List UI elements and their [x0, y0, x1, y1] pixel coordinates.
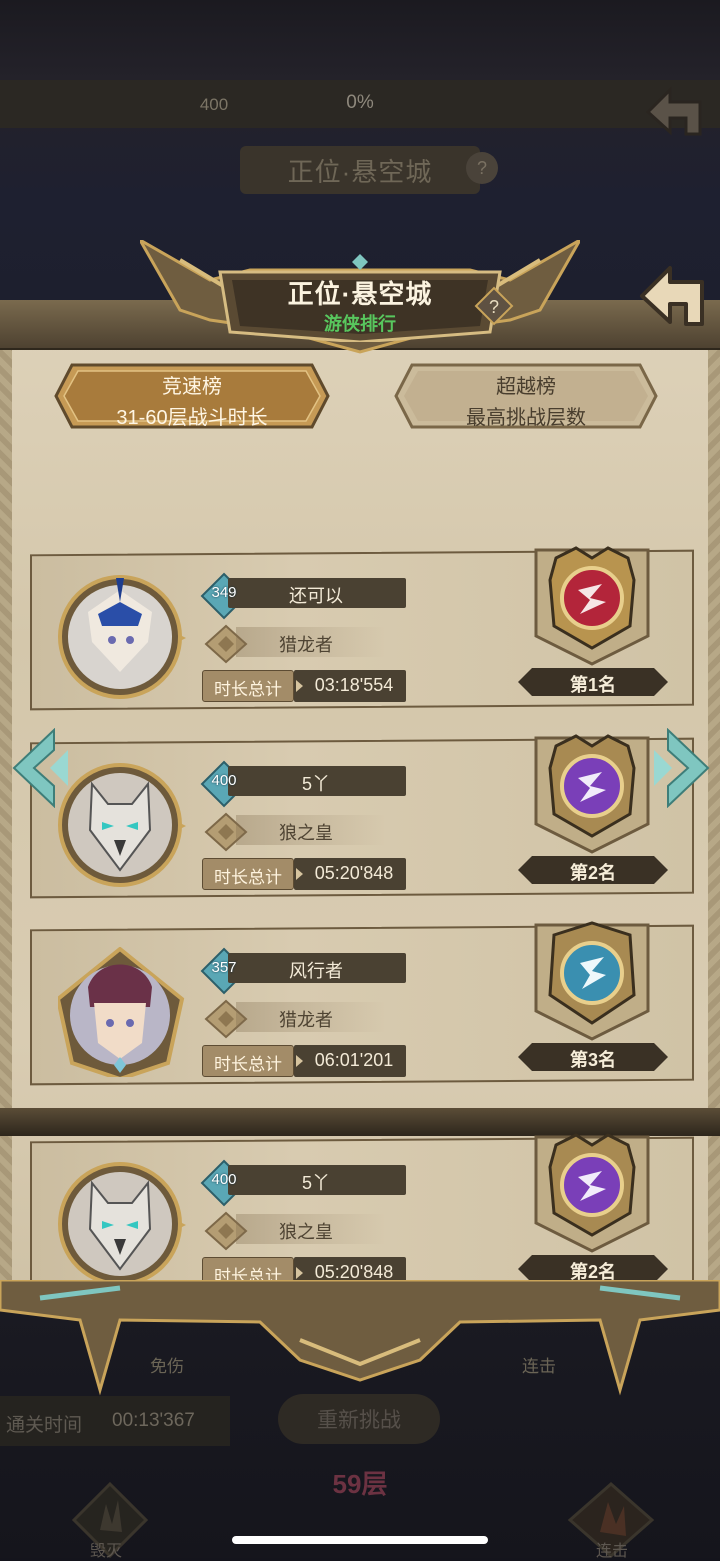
- svg-text:?: ?: [489, 297, 499, 317]
- panel-title: 正位·悬空城: [287, 279, 433, 309]
- wolf-mask-avatar: [58, 763, 186, 887]
- time-total-value: 03:18'554: [314, 675, 394, 695]
- bottom-frame-ornament: [0, 1280, 720, 1396]
- player-class: 狼之皇: [279, 823, 333, 843]
- player-class: 猎龙者: [279, 635, 333, 655]
- bg-help-icon: ?: [466, 152, 498, 184]
- rank-label: 第2名: [569, 863, 616, 883]
- time-arrow-icon: [296, 680, 303, 692]
- tab-speed-subtitle: 31-60层战斗时长: [116, 407, 268, 429]
- time-total-value: 06:01'201: [314, 1050, 394, 1070]
- bg-progress-badge: 400: [199, 95, 229, 114]
- time-total-label: 时长总计: [214, 680, 282, 699]
- ranking-entry[interactable]: 400 5丫 狼之皇 时长总计 05:20'848 第2名: [0, 734, 720, 904]
- rank-2-medal-icon: [534, 1133, 650, 1253]
- time-arrow-icon: [296, 1055, 303, 1067]
- time-arrow-icon: [296, 868, 303, 880]
- bg-floor-label: 59层: [332, 1469, 388, 1499]
- bg-clear-time-value: 00:13'367: [112, 1410, 195, 1431]
- bg-retry-button: 重新挑战: [278, 1394, 440, 1444]
- home-indicator[interactable]: [232, 1536, 488, 1544]
- wolf-mask-avatar: [58, 1162, 186, 1286]
- player-name: 5丫: [301, 774, 330, 794]
- bg-combo-skill-label: 连击: [596, 1543, 629, 1560]
- rank-label: 第3名: [569, 1050, 616, 1070]
- bg-stage-title: 正位·悬空城: [240, 146, 480, 194]
- rank-2-medal-icon: [534, 734, 650, 854]
- player-name: 5丫: [301, 1173, 330, 1193]
- bg-back-arrow-icon: [645, 86, 702, 136]
- tab-speed-title: 竞速榜: [162, 376, 222, 398]
- time-total-label: 时长总计: [214, 1055, 282, 1074]
- time-arrow-icon: [296, 1267, 303, 1279]
- bg-progress-text: 0%: [346, 92, 374, 113]
- time-total-label: 时长总计: [214, 868, 282, 887]
- question-icon[interactable]: ?: [474, 286, 514, 326]
- player-class: 猎龙者: [279, 1010, 333, 1030]
- ranking-entry[interactable]: 357 风行者 猎龙者 时长总计 06:01'201 第3名: [0, 921, 720, 1091]
- next-page-arrow-icon[interactable]: [652, 728, 712, 808]
- player-name: 还可以: [289, 586, 343, 606]
- rank-3-medal-icon: [534, 921, 650, 1041]
- ranking-entry[interactable]: 349 还可以 猎龙者 时长总计 03:18'554 第1名: [0, 546, 720, 716]
- horned-hero-avatar: [58, 947, 185, 1077]
- player-name: 风行者: [289, 961, 343, 981]
- bg-clear-time-label: 通关时间: [6, 1415, 83, 1436]
- bg-damage-reduction-label: 免伤: [150, 1357, 184, 1376]
- panel-subtitle: 游侠排行: [324, 314, 396, 334]
- armored-knight-avatar: [58, 575, 186, 699]
- back-arrow-icon[interactable]: [636, 262, 712, 332]
- player-class: 狼之皇: [279, 1222, 333, 1242]
- prev-page-arrow-icon[interactable]: [10, 728, 70, 808]
- tab-exceed-title: 超越榜: [496, 376, 556, 398]
- self-ranking-entry[interactable]: 400 5丫 狼之皇 时长总计 05:20'848 第2名: [0, 1133, 720, 1303]
- bg-destroy-label: 毁灭: [90, 1543, 123, 1560]
- tab-exceed-subtitle: 最高挑战层数: [466, 407, 586, 429]
- rank-label: 第1名: [569, 675, 616, 695]
- rank-1-medal-icon: [534, 546, 650, 666]
- time-total-value: 05:20'848: [314, 863, 394, 883]
- bg-combo-label: 连击: [522, 1357, 556, 1376]
